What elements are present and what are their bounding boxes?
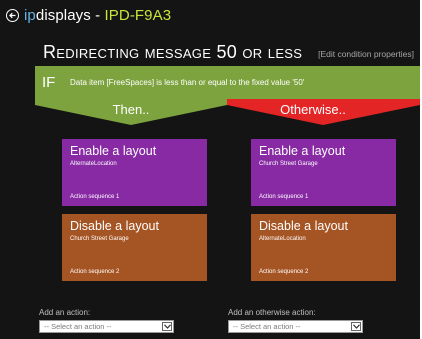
action-sequence: Action sequence 2 xyxy=(259,269,309,275)
edit-condition-link[interactable]: [Edit condition properties] xyxy=(318,49,414,59)
add-action-label: Add an action: xyxy=(39,308,91,317)
action-title: Enable a layout xyxy=(70,144,157,158)
then-label[interactable]: Then.. xyxy=(81,102,181,117)
select-placeholder: -- Select an action -- xyxy=(44,322,112,331)
add-action-select[interactable]: -- Select an action -- xyxy=(39,320,174,333)
condition-bar[interactable]: IF Data item [FreeSpaces] is less than o… xyxy=(35,66,420,99)
chevron-down-icon[interactable] xyxy=(351,322,361,331)
brand-suffix: displays xyxy=(35,6,91,24)
action-subject: AlternateLocation xyxy=(70,161,117,167)
app-window: ipdisplays - IPD-F9A3 Redirecting messag… xyxy=(0,0,422,339)
title-bar: ipdisplays - IPD-F9A3 xyxy=(6,6,171,24)
if-label: IF xyxy=(42,74,56,91)
otherwise-action-card-2[interactable]: Disable a layout AlternateLocation Actio… xyxy=(251,214,396,281)
action-sequence: Action sequence 1 xyxy=(259,194,309,200)
action-title: Disable a layout xyxy=(259,219,348,233)
device-name: IPD-F9A3 xyxy=(104,6,172,24)
then-action-card-1[interactable]: Enable a layout AlternateLocation Action… xyxy=(62,139,207,206)
action-subject: AlternateLocation xyxy=(259,236,306,242)
action-title: Enable a layout xyxy=(259,144,346,158)
add-otherwise-action-select[interactable]: -- Select an action -- xyxy=(228,320,363,333)
then-action-card-2[interactable]: Disable a layout Church Street Garage Ac… xyxy=(62,214,207,281)
condition-text: Data item [FreeSpaces] is less than or e… xyxy=(70,78,305,87)
action-subject: Church Street Garage xyxy=(70,236,129,242)
action-sequence: Action sequence 2 xyxy=(70,269,120,275)
otherwise-action-card-1[interactable]: Enable a layout Church Street Garage Act… xyxy=(251,139,396,206)
chevron-down-icon[interactable] xyxy=(162,322,172,331)
action-subject: Church Street Garage xyxy=(259,161,318,167)
add-otherwise-action-label: Add an otherwise action: xyxy=(228,308,316,317)
back-arrow-circle-icon[interactable] xyxy=(6,8,19,22)
page-title: Redirecting message 50 or less xyxy=(43,42,303,62)
title-separator: - xyxy=(90,6,105,24)
action-sequence: Action sequence 1 xyxy=(70,194,120,200)
brand-prefix: ip xyxy=(24,6,36,24)
otherwise-label[interactable]: Otherwise.. xyxy=(263,102,363,117)
action-title: Disable a layout xyxy=(70,219,159,233)
select-placeholder: -- Select an action -- xyxy=(233,322,301,331)
app-title: ipdisplays - IPD-F9A3 xyxy=(24,7,171,24)
